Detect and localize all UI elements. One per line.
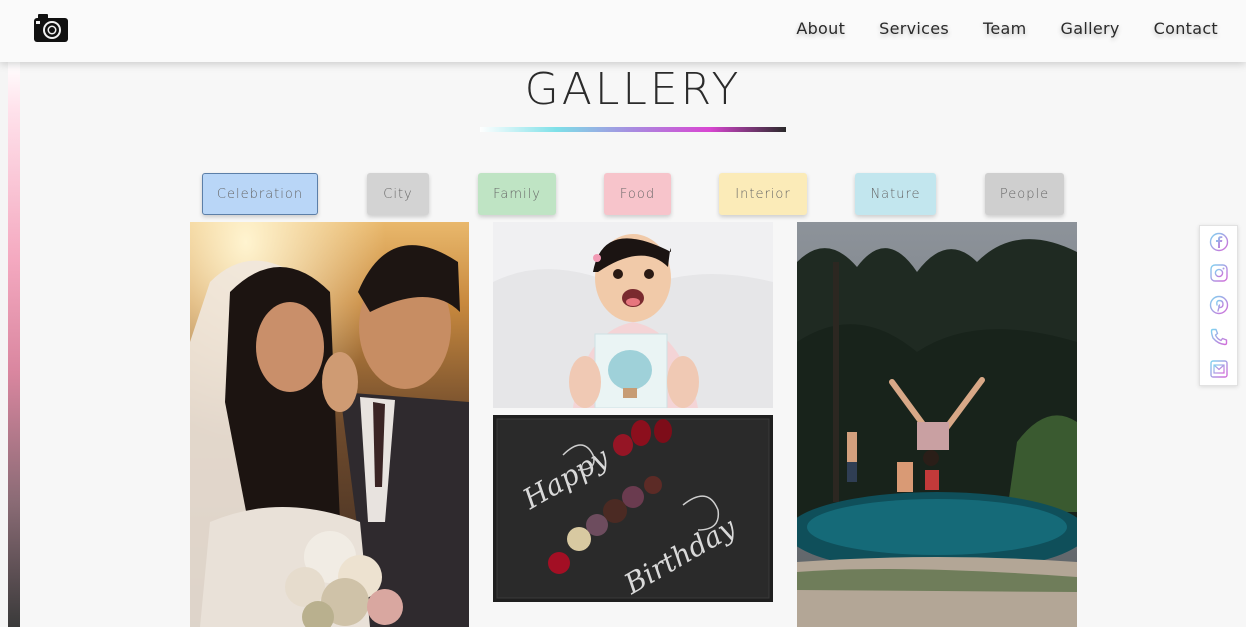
nav-gallery[interactable]: Gallery <box>1061 19 1120 38</box>
filter-celebration[interactable]: Celebration <box>202 173 318 215</box>
photo-pool-party[interactable] <box>797 222 1077 627</box>
page-title: GALLERY <box>524 64 742 115</box>
nav-services[interactable]: Services <box>879 19 949 38</box>
nav-contact[interactable]: Contact <box>1154 19 1218 38</box>
site-header: About Services Team Gallery Contact <box>0 0 1246 62</box>
photo-birthday-dessert[interactable]: Happy Birthday <box>493 415 773 602</box>
filter-people[interactable]: People <box>985 173 1064 215</box>
social-sidebar <box>1199 225 1238 386</box>
photo-wedding-couple[interactable] <box>190 222 469 627</box>
facebook-icon[interactable] <box>1209 232 1229 252</box>
main-nav: About Services Team Gallery Contact <box>762 19 1218 38</box>
phone-icon[interactable] <box>1209 327 1229 347</box>
nav-team[interactable]: Team <box>983 19 1027 38</box>
instagram-icon[interactable] <box>1209 263 1229 283</box>
left-gradient-bar <box>8 62 20 627</box>
photo-smiling-baby[interactable] <box>493 222 773 408</box>
camera-icon[interactable] <box>34 14 68 42</box>
nav-about[interactable]: About <box>796 19 845 38</box>
filter-food[interactable]: Food <box>604 173 671 215</box>
filter-city[interactable]: City <box>367 173 429 215</box>
title-underline <box>480 127 786 132</box>
email-icon[interactable] <box>1209 359 1229 379</box>
filter-family[interactable]: Family <box>478 173 556 215</box>
filter-interior[interactable]: Interior <box>719 173 807 215</box>
filter-nature[interactable]: Nature <box>855 173 936 215</box>
pinterest-icon[interactable] <box>1209 295 1229 315</box>
